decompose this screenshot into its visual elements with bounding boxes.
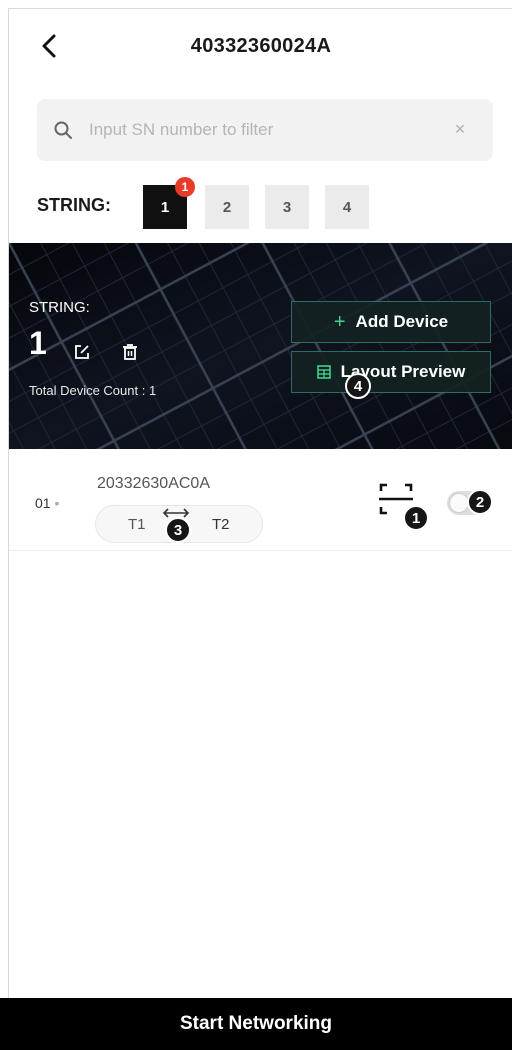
device-row: 01 • 20332630AC0A T1 T2 3 1 2: [9, 461, 512, 551]
terminal-t1: T1: [128, 516, 146, 533]
string-number: 1: [29, 325, 47, 361]
device-sn: 20332630AC0A: [97, 475, 210, 492]
search-icon: [54, 121, 72, 139]
plus-icon: +: [333, 311, 346, 333]
trash-icon[interactable]: [121, 343, 139, 361]
device-index: 01 •: [35, 495, 59, 511]
string-label: STRING:: [37, 195, 111, 215]
add-device-label: Add Device: [355, 312, 449, 331]
string-tab-3[interactable]: 3: [265, 185, 309, 229]
string-tab-label: 1: [160, 198, 170, 216]
edit-icon[interactable]: [73, 343, 91, 361]
page-title: 40332360024A: [190, 35, 332, 57]
device-index-dot: •: [54, 495, 60, 511]
string-tab-label: 2: [222, 198, 232, 216]
toggle-knob: [450, 494, 468, 512]
annotation-marker-1: 1: [403, 505, 429, 531]
device-count: Total Device Count : 1: [29, 383, 157, 398]
string-tab-label: 4: [342, 198, 352, 216]
annotation-marker-3: 3: [165, 517, 191, 543]
string-tab-1[interactable]: 1 1: [143, 177, 195, 229]
search-bar: ×: [37, 99, 493, 161]
string-label: STRING:: [29, 299, 90, 316]
string-banner: STRING: 1 Total Device Count : 1 + Add D…: [9, 243, 512, 449]
string-tab-label: 3: [282, 198, 292, 216]
string-tab-4[interactable]: 4: [325, 185, 369, 229]
app-screen: 40332360024A × STRING: 1 1 2 3 4: [8, 8, 512, 1050]
start-networking-label: Start Networking: [179, 1013, 333, 1034]
add-device-button[interactable]: + Add Device: [291, 301, 491, 343]
string-tab-2[interactable]: 2: [205, 185, 249, 229]
header: 40332360024A: [9, 9, 512, 85]
notification-badge: 1: [175, 177, 195, 197]
annotation-marker-2: 2: [467, 489, 493, 515]
close-icon[interactable]: ×: [451, 120, 469, 138]
terminal-t2: T2: [212, 516, 230, 533]
annotation-marker-4: 4: [345, 373, 371, 399]
layout-grid-icon: [316, 365, 331, 379]
device-index-number: 01: [35, 495, 51, 511]
start-networking-button[interactable]: Start Networking: [0, 998, 512, 1050]
search-input[interactable]: [89, 99, 429, 161]
layout-preview-button[interactable]: Layout Preview: [291, 351, 491, 393]
